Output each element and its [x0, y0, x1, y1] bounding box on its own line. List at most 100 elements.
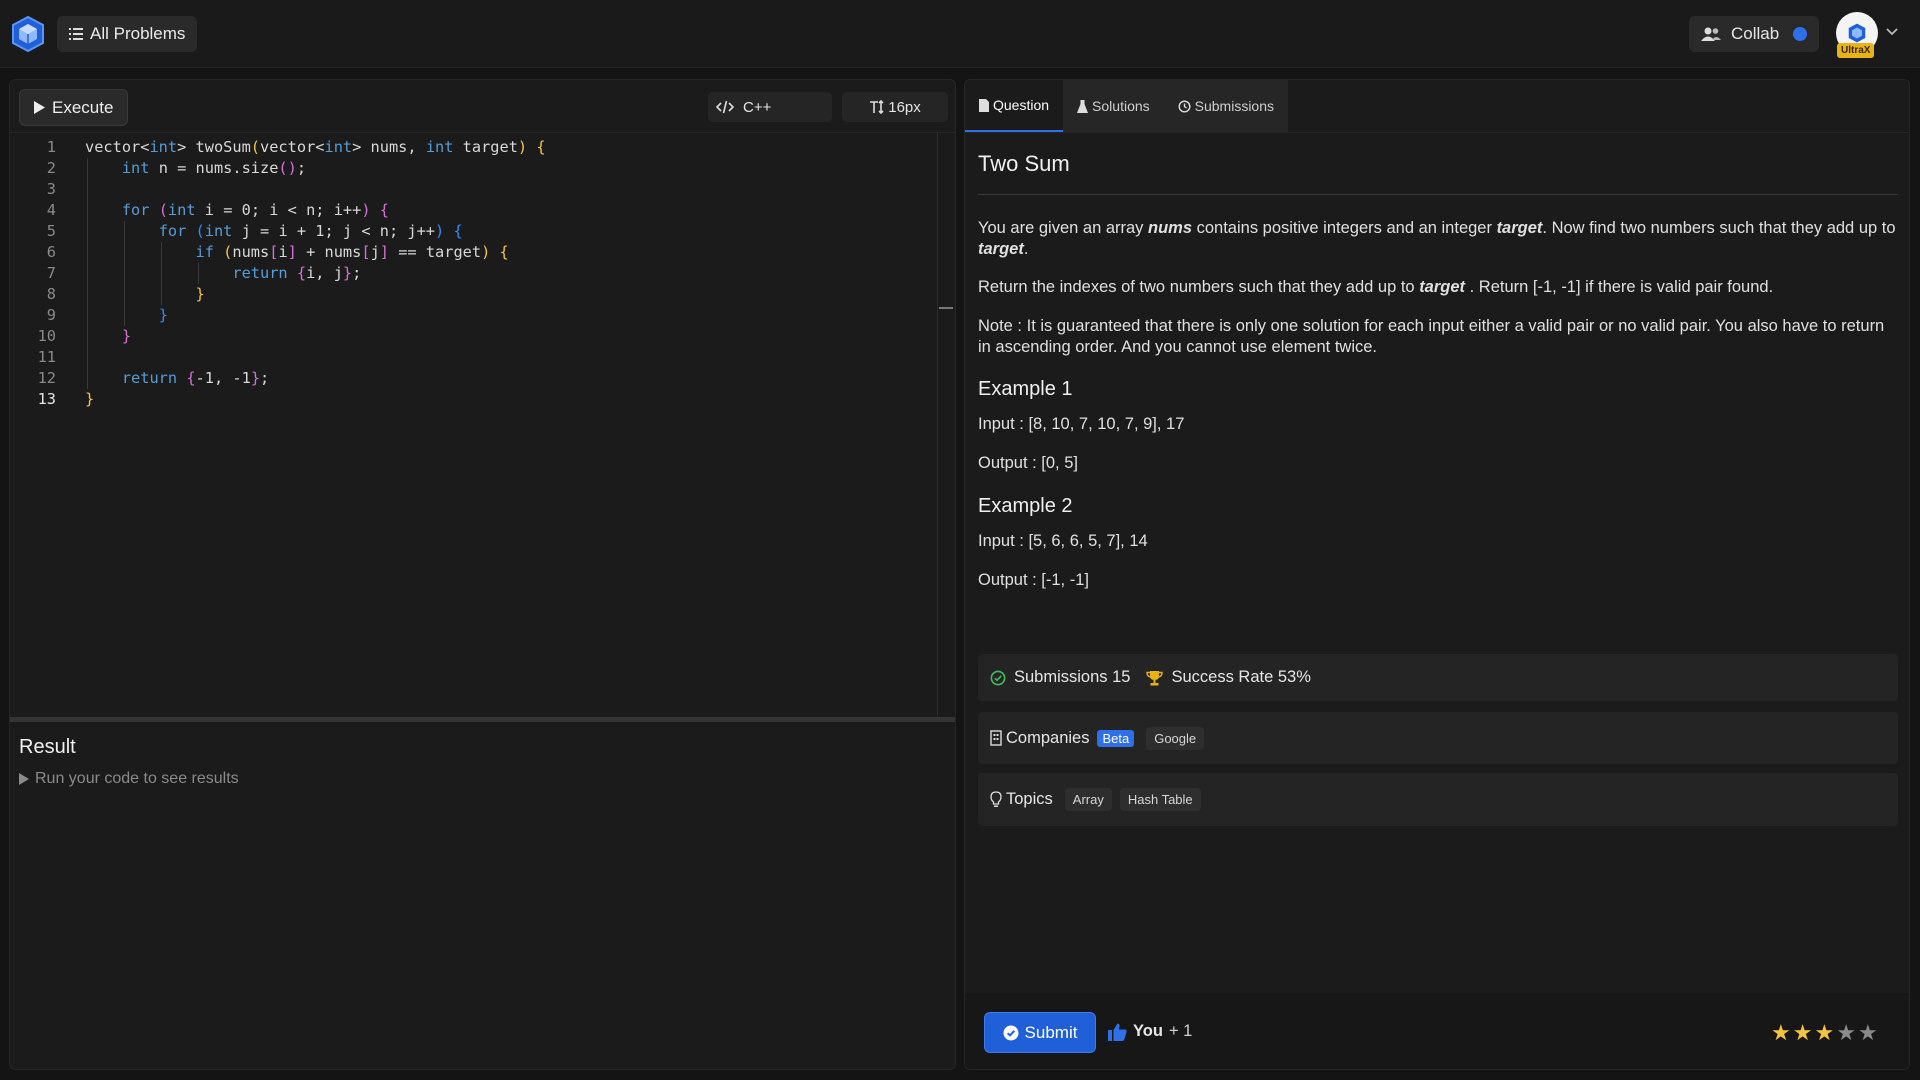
topics-row: Topics Array Hash Table [978, 773, 1898, 826]
var-nums: nums [1148, 219, 1193, 237]
building-icon [990, 730, 1002, 746]
line-number: 3 [46, 180, 56, 198]
tab-submissions[interactable]: Submissions [1163, 80, 1289, 132]
editor-scrollbar[interactable] [937, 133, 938, 717]
scrollbar-cursor-marker [939, 307, 953, 309]
tab-solutions-label: Solutions [1092, 98, 1150, 114]
plan-badge: UltraX [1837, 43, 1875, 58]
result-hint: Run your code to see results [19, 770, 239, 788]
code-line: vector<int> twoSum(vector<int> nums, int… [85, 138, 546, 156]
all-problems-button[interactable]: All Problems [57, 16, 198, 52]
text: Return the indexes of two numbers such t… [978, 278, 1420, 296]
submit-label: Submit [1024, 1022, 1078, 1042]
flask-icon [1077, 99, 1089, 113]
text-size-icon [870, 100, 884, 114]
divider [978, 194, 1898, 195]
likes-you: You [1133, 1022, 1163, 1040]
problem-description: You are given an array nums contains pos… [978, 218, 1898, 260]
code-line: } [158, 306, 168, 324]
line-number: 7 [46, 264, 56, 282]
example-1-output: Output : [0, 5] [978, 454, 1078, 472]
text: . [1023, 240, 1029, 258]
problem-panel: Question Solutions Submissions Two Sum Y… [964, 79, 1910, 1070]
star-filled-icon[interactable]: ★ [1771, 1022, 1791, 1044]
line-number: 1 [46, 138, 56, 156]
panel-resize-handle[interactable] [10, 717, 955, 722]
example-1-input: Input : [8, 10, 7, 10, 7, 9], 17 [978, 415, 1185, 433]
collab-status-dot [1793, 27, 1807, 41]
font-size-selector[interactable]: 16px [842, 92, 948, 122]
check-circle-icon [990, 670, 1006, 685]
code-line: } [121, 327, 132, 345]
result-title: Result [19, 736, 76, 758]
line-number: 13 [37, 390, 56, 408]
example-2-output: Output : [-1, -1] [978, 571, 1089, 589]
list-icon [69, 28, 83, 40]
star-filled-icon[interactable]: ★ [1793, 1022, 1813, 1044]
problem-return-note: Return the indexes of two numbers such t… [978, 277, 1898, 298]
example-2-input: Input : [5, 6, 6, 5, 7], 14 [978, 532, 1148, 550]
line-number: 8 [46, 285, 56, 303]
submit-button[interactable]: Submit [984, 1012, 1096, 1053]
var-target: target [978, 240, 1024, 258]
collab-button[interactable]: Collab [1689, 16, 1819, 52]
code-icon [716, 100, 734, 114]
problem-tabs: Question Solutions Submissions [965, 80, 1289, 132]
topics-label: Topics [1006, 790, 1053, 808]
code-line: int n = nums.size(); [121, 159, 307, 177]
code-editor[interactable]: 1 2 3 4 5 6 7 8 9 10 11 12 13 vector<int… [10, 133, 955, 717]
top-bar: All Problems Collab UltraX [0, 0, 1920, 68]
companies-row: Companies Beta Google [978, 712, 1898, 764]
problem-title: Two Sum [978, 151, 1070, 176]
code-line: } [195, 285, 205, 303]
company-tag[interactable]: Google [1146, 726, 1205, 750]
play-icon [34, 101, 45, 114]
var-target: target [1419, 278, 1466, 296]
like-button[interactable]: You + 1 [1108, 1022, 1192, 1041]
tab-question[interactable]: Question [965, 80, 1064, 132]
language-label: C++ [743, 98, 772, 116]
star-filled-icon[interactable]: ★ [1814, 1022, 1834, 1044]
beta-badge: Beta [1097, 729, 1135, 747]
submissions-count: Submissions 15 [1014, 668, 1131, 686]
star-empty-icon[interactable]: ★ [1836, 1022, 1856, 1044]
collab-label: Collab [1731, 24, 1780, 43]
result-hint-text: Run your code to see results [35, 770, 239, 787]
line-number: 12 [37, 369, 56, 387]
execute-button[interactable]: Execute [19, 89, 129, 126]
editor-panel: Execute C++ 16px 1 2 3 4 5 6 7 8 9 10 11… [9, 79, 956, 1070]
font-size-label: 16px [888, 98, 921, 116]
line-number: 6 [46, 243, 56, 261]
rating-stars[interactable]: ★ ★ ★ ★ ★ [1771, 1022, 1878, 1044]
code-line: return {-1, -1}; [121, 369, 270, 387]
text: contains positive integers and an intege… [1192, 219, 1497, 237]
text: . Return [-1, -1] if there is valid pair… [1465, 278, 1774, 296]
line-number: 11 [37, 348, 56, 366]
var-target: target [1496, 219, 1543, 237]
check-circle-icon [1003, 1025, 1019, 1040]
text: . Now find two numbers such that they ad… [1542, 219, 1896, 237]
language-selector[interactable]: C++ [708, 92, 832, 122]
problem-note: Note : It is guaranteed that there is on… [978, 317, 1885, 356]
play-icon [19, 773, 29, 785]
thumbs-up-icon [1108, 1023, 1127, 1041]
tab-solutions[interactable]: Solutions [1063, 80, 1164, 132]
line-number: 2 [46, 159, 56, 177]
example-2-title: Example 2 [978, 495, 1073, 517]
code-line: if (nums[i] + nums[j] == target) { [195, 243, 509, 261]
star-empty-icon[interactable]: ★ [1858, 1022, 1878, 1044]
app-logo-icon[interactable] [8, 14, 48, 54]
code-line: } [85, 390, 95, 408]
execute-label: Execute [52, 97, 114, 117]
trophy-icon [1146, 670, 1164, 685]
user-menu[interactable]: UltraX [1836, 12, 1906, 58]
topic-tag[interactable]: Array [1064, 788, 1112, 811]
line-number: 4 [46, 201, 56, 219]
line-number: 9 [46, 306, 56, 324]
history-icon [1178, 99, 1191, 113]
divider [965, 132, 1909, 133]
action-bar: Submit You + 1 ★ ★ ★ ★ ★ [965, 993, 1909, 1069]
chevron-down-icon[interactable] [1884, 23, 1900, 39]
code-line: for (int j = i + 1; j < n; j++) { [158, 222, 463, 240]
topic-tag[interactable]: Hash Table [1119, 788, 1201, 811]
